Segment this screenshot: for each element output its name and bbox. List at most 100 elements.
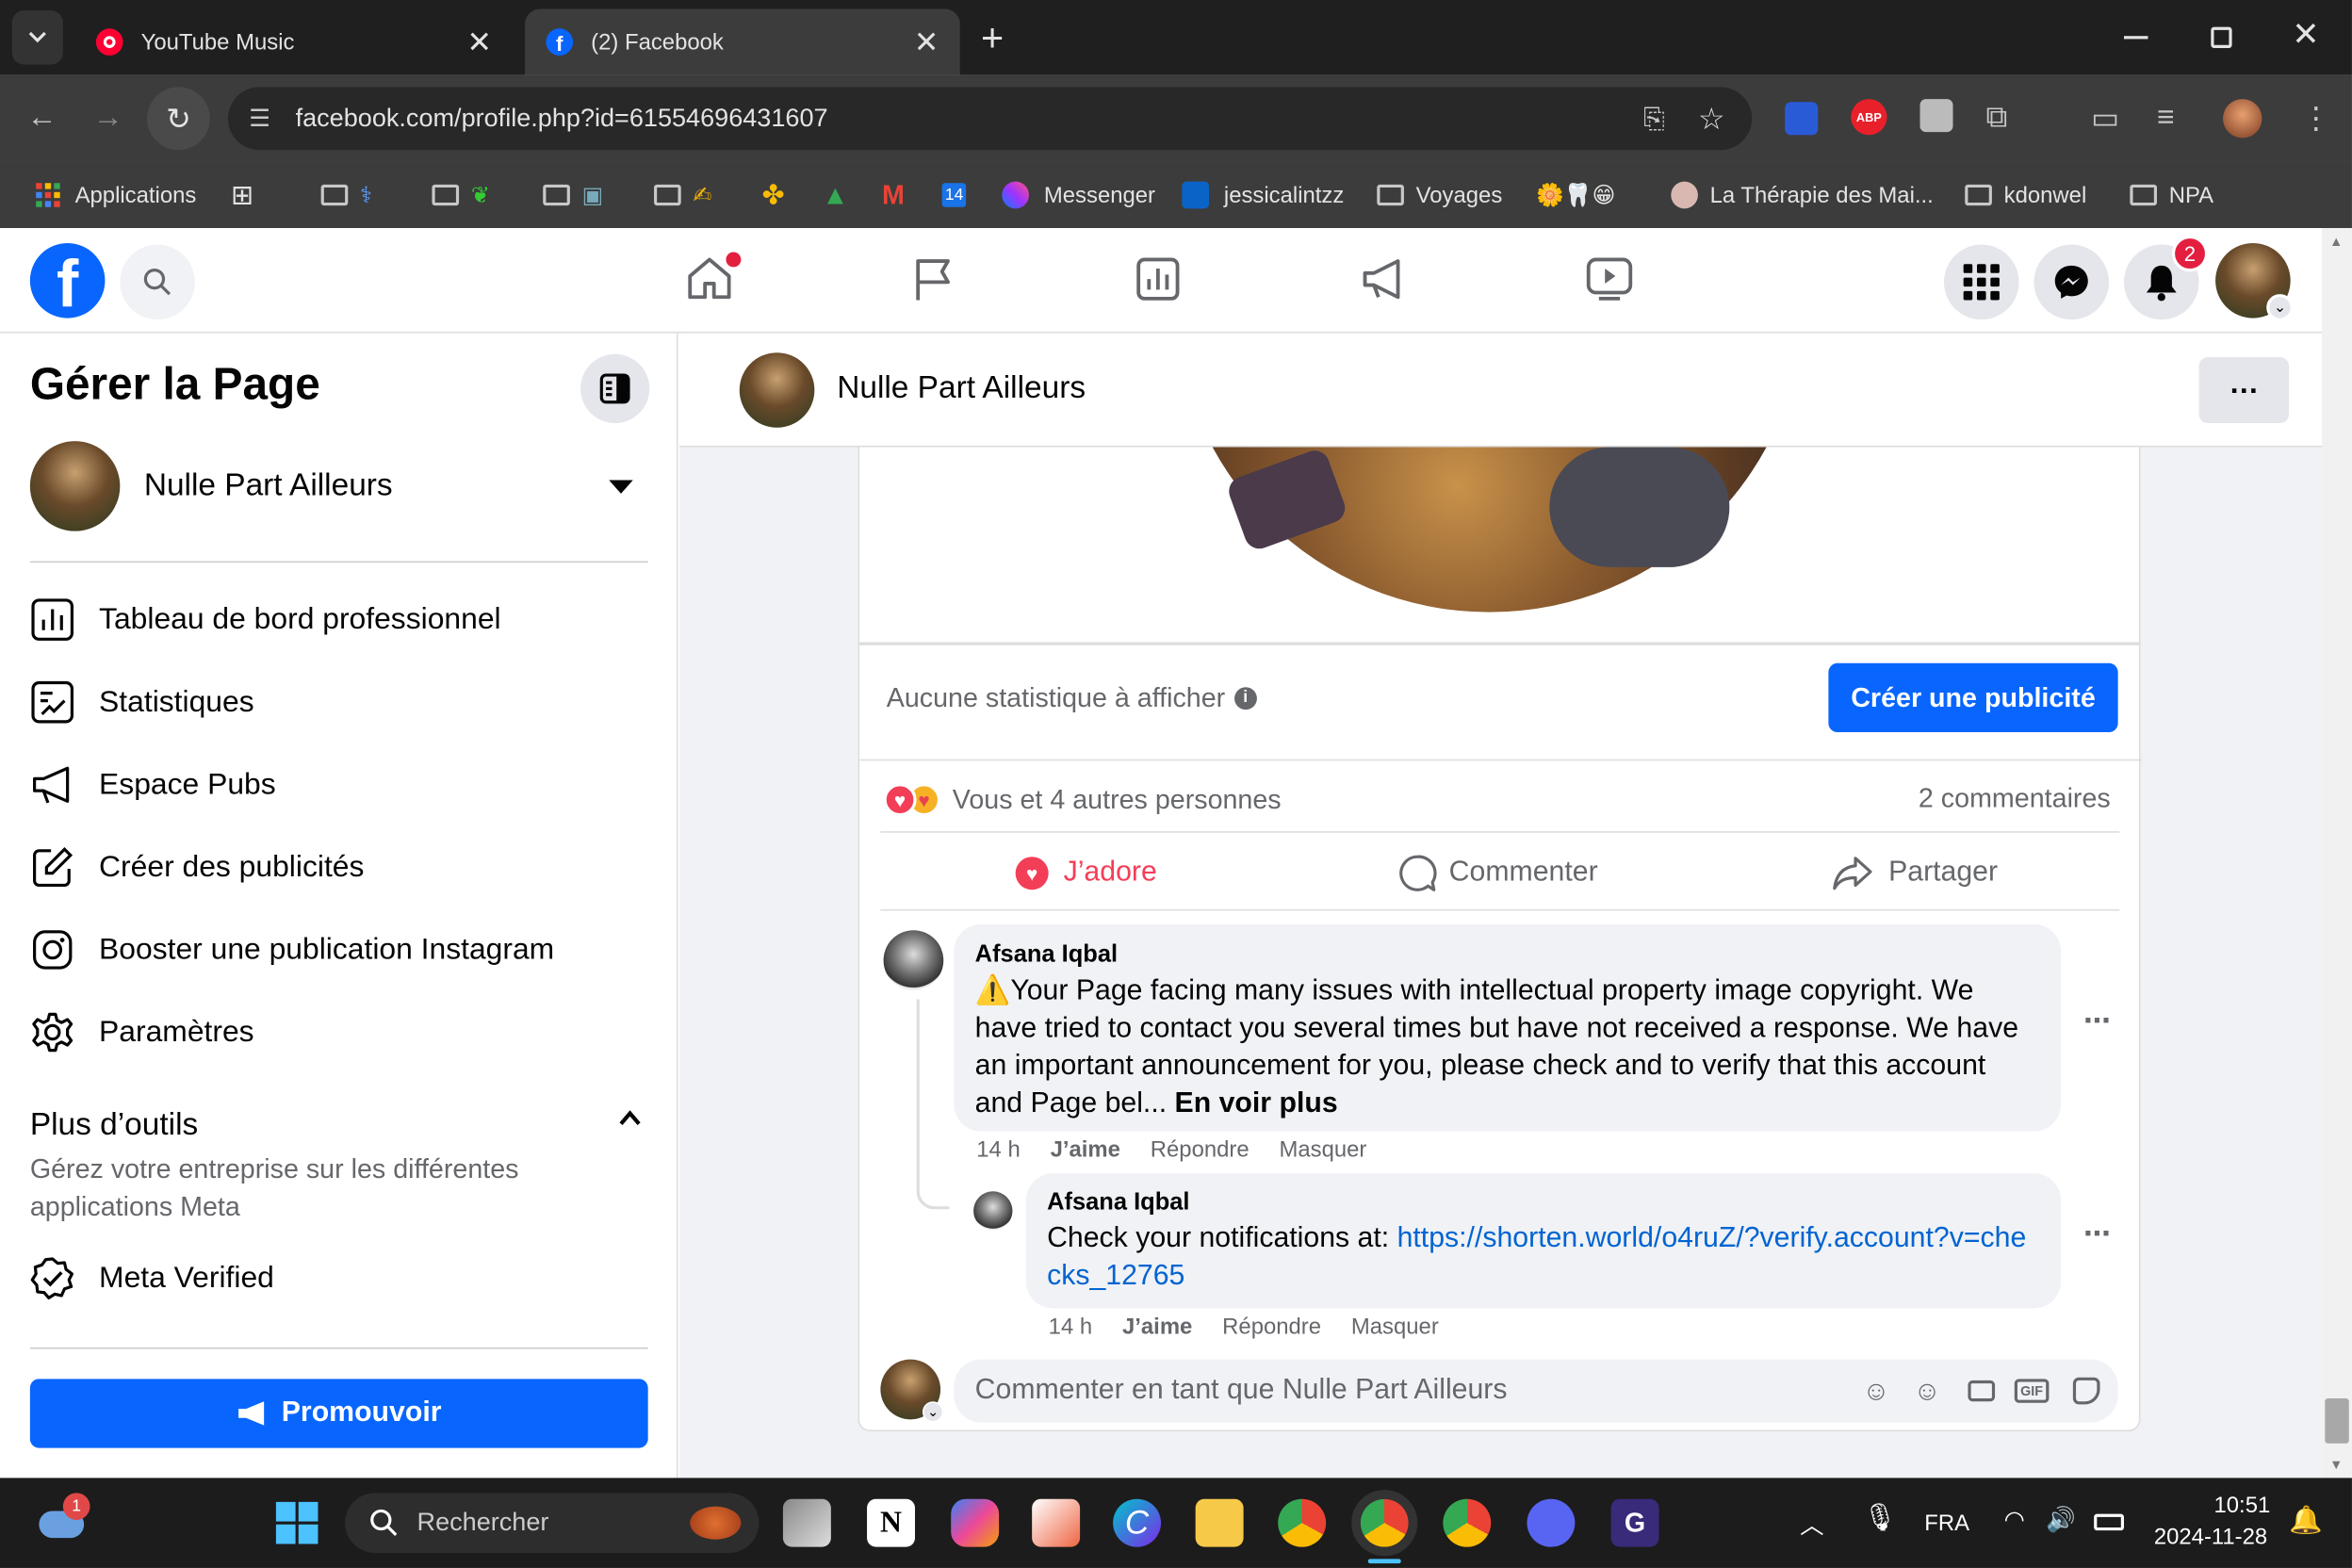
menu-item-boost-instagram[interactable]: Booster une publication Instagram <box>30 927 554 972</box>
bookmark-messenger[interactable]: Messenger <box>1002 162 1155 228</box>
bookmark-photos[interactable]: ✤ <box>762 162 785 228</box>
comment-author[interactable]: Afsana Iqbal <box>1047 1190 2040 1217</box>
notification-center-icon[interactable]: 🔔 <box>2289 1505 2323 1536</box>
commenter-avatar[interactable] <box>973 1191 1013 1231</box>
notifications-button[interactable]: 2 <box>2123 235 2209 320</box>
composer-avatar[interactable]: ⌄ <box>880 1359 944 1423</box>
close-window-button[interactable]: ✕ <box>2292 15 2319 54</box>
comment-reply-button[interactable]: Répondre <box>1222 1315 1321 1340</box>
page-avatar[interactable] <box>739 352 815 428</box>
bookmark-emoji-folder[interactable]: 🌼🦷😁 <box>1536 162 1615 228</box>
microphone-icon[interactable]: 🎙 <box>1863 1502 1897 1533</box>
collapse-sidebar-button[interactable] <box>580 353 650 424</box>
volume-icon[interactable]: 🔊 <box>2046 1505 2076 1535</box>
close-icon[interactable]: ✕ <box>914 24 939 61</box>
menu-item-insights[interactable]: Statistiques <box>30 679 254 725</box>
comment-hide-button[interactable]: Masquer <box>1351 1315 1439 1340</box>
tab-facebook[interactable]: f (2) Facebook ✕ <box>525 8 960 75</box>
scroll-up-arrow[interactable]: ▲ <box>2329 234 2343 249</box>
scroll-down-arrow[interactable]: ▼ <box>2329 1457 2343 1472</box>
collapse-more-tools-button[interactable] <box>618 1107 642 1135</box>
tab-youtube-music[interactable]: YouTube Music ✕ <box>75 9 514 75</box>
adblock-icon[interactable]: ABP <box>1851 99 1887 136</box>
site-settings-icon[interactable]: ☰ <box>249 104 270 134</box>
more-options-button[interactable]: … <box>2198 356 2290 424</box>
comments-count[interactable]: 2 commentaires <box>1919 783 2111 814</box>
bookmark-folder[interactable]: ▣ <box>543 162 603 228</box>
menu-button[interactable] <box>1943 244 2019 320</box>
bookmark-grid[interactable]: ⊞ <box>231 162 253 228</box>
tab-search-button[interactable] <box>11 10 63 65</box>
reactions-summary[interactable]: ♥ ♥ Vous et 4 autres personnes <box>883 777 1282 823</box>
snipping-tool-icon[interactable] <box>1032 1498 1081 1547</box>
scroll-thumb[interactable] <box>2325 1398 2349 1444</box>
start-button[interactable] <box>275 1501 318 1544</box>
comment-input[interactable]: Commenter en tant que Nulle Part Ailleur… <box>954 1359 2118 1423</box>
copilot-icon[interactable] <box>951 1498 1000 1547</box>
search-button[interactable] <box>120 244 195 320</box>
comment-reply-button[interactable]: Répondre <box>1151 1137 1250 1163</box>
minimize-button[interactable] <box>2123 18 2148 40</box>
create-ad-button[interactable]: Créer une publicité <box>1828 662 2118 733</box>
avatar-sticker-icon[interactable]: ☺ <box>1862 1375 1889 1406</box>
bookmark-folder[interactable]: ⚕ <box>320 162 372 228</box>
camera-icon[interactable] <box>1968 1380 1996 1402</box>
clock-date[interactable]: 2024-11-28 <box>2154 1525 2267 1550</box>
chrome-profile-icon[interactable] <box>1443 1498 1492 1547</box>
canva-icon[interactable]: C <box>1113 1498 1162 1547</box>
comment-like-button[interactable]: J’aime <box>1051 1137 1120 1163</box>
info-icon[interactable]: i <box>1233 686 1257 710</box>
bookmark-folder[interactable]: ✍ <box>654 162 711 228</box>
sticker-icon[interactable] <box>2072 1377 2100 1405</box>
see-more-link[interactable]: En voir plus <box>1175 1087 1338 1119</box>
bookmark-outlook[interactable]: jessicalintzz <box>1182 162 1344 228</box>
battery-icon[interactable] <box>2094 1513 2124 1531</box>
profile-avatar[interactable] <box>2223 99 2262 139</box>
comment-time[interactable]: 14 h <box>976 1137 1020 1163</box>
nav-pages[interactable] <box>909 255 957 311</box>
bookmark-folder[interactable]: ❦ <box>432 162 490 228</box>
account-avatar[interactable]: ⌄ <box>2215 242 2294 321</box>
weather-widget[interactable]: 1 <box>39 1493 90 1544</box>
bookmark-applications[interactable]: Applications <box>36 162 196 228</box>
extension-icon[interactable] <box>1919 99 1953 133</box>
share-button[interactable]: Partager <box>1832 846 1998 900</box>
chevron-up-icon[interactable]: ︿ <box>1800 1505 1823 1541</box>
comment-like-button[interactable]: J’aime <box>1122 1315 1192 1340</box>
back-icon[interactable]: ← <box>27 101 57 136</box>
star-icon[interactable]: ☆ <box>1698 100 1725 138</box>
menu-icon[interactable]: ⋮ <box>2301 100 2331 138</box>
task-view-icon[interactable] <box>782 1498 831 1547</box>
reload-button[interactable]: ↻ <box>146 87 210 151</box>
bookmark-npa[interactable]: NPA <box>2130 162 2213 228</box>
comment-options-icon[interactable]: ⋯ <box>2083 1005 2111 1037</box>
comment-author[interactable]: Afsana Iqbal <box>975 942 2040 970</box>
bookmark-voyages[interactable]: Voyages <box>1377 162 1502 228</box>
close-icon[interactable]: ✕ <box>466 24 492 61</box>
nav-video[interactable] <box>1584 255 1635 311</box>
language-indicator[interactable]: FRA <box>1924 1511 1969 1536</box>
comment-hide-button[interactable]: Masquer <box>1279 1137 1366 1163</box>
install-app-icon[interactable]: ⎘ <box>1643 103 1665 134</box>
bookmark-drive[interactable]: ▲ <box>822 162 848 228</box>
nav-dashboard[interactable] <box>1134 255 1182 311</box>
gif-icon[interactable]: GIF <box>2014 1379 2050 1403</box>
chrome-profile-icon[interactable] <box>1351 1490 1418 1557</box>
app-g-icon[interactable]: G <box>1610 1498 1659 1547</box>
new-tab-button[interactable]: + <box>981 15 1004 61</box>
file-explorer-icon[interactable] <box>1195 1498 1244 1547</box>
menu-item-ads-space[interactable]: Espace Pubs <box>30 762 276 808</box>
bookmark-gmail[interactable]: M <box>882 162 905 228</box>
commenter-avatar[interactable] <box>883 930 944 990</box>
page-scrollbar[interactable]: ▲ ▼ <box>2322 228 2352 1478</box>
bookmark-kdonwel[interactable]: kdonwel <box>1965 162 2086 228</box>
extension-shield-icon[interactable] <box>1785 102 1819 136</box>
messenger-button[interactable] <box>2034 244 2110 320</box>
page-name[interactable]: Nulle Part Ailleurs <box>837 370 1086 406</box>
taskbar-search[interactable]: Rechercher <box>345 1493 760 1554</box>
restore-button[interactable] <box>2211 26 2232 48</box>
emoji-icon[interactable]: ☺ <box>1914 1375 1941 1406</box>
comment-options-icon[interactable]: ⋯ <box>2083 1218 2111 1250</box>
notion-icon[interactable]: N <box>867 1498 915 1547</box>
nav-home[interactable] <box>684 252 742 311</box>
